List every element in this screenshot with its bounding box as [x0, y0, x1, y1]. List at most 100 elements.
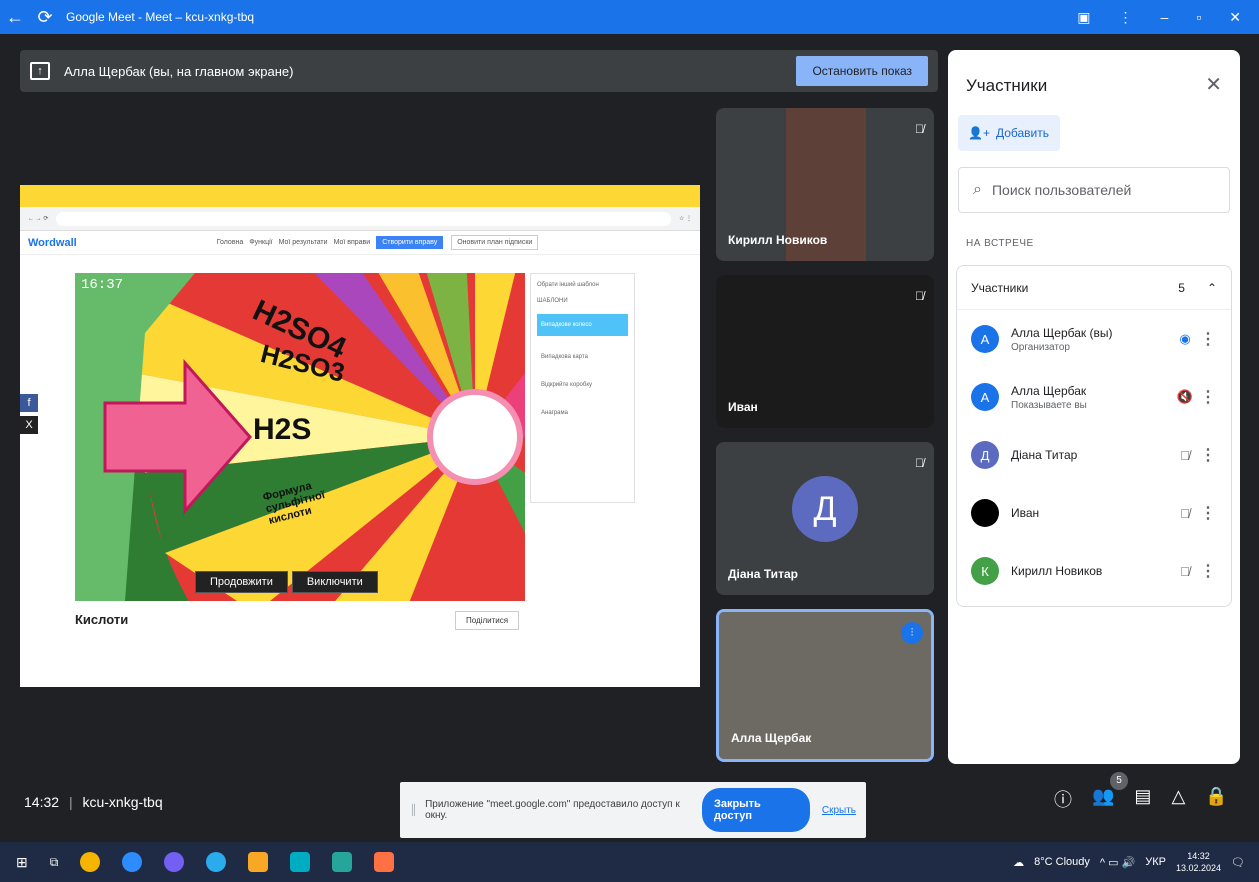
tray-icons[interactable]: ^ ▭ 🔊	[1100, 856, 1135, 869]
avatar: Д	[792, 476, 858, 542]
zoom-icon[interactable]	[122, 852, 143, 872]
stop-sharing-button[interactable]: Закрыть доступ	[701, 788, 810, 832]
more-options-icon[interactable]: ⋮	[1199, 561, 1217, 581]
add-person-icon: 👤+	[968, 126, 990, 140]
ww-upgrade-button: Оновити план підписки	[451, 235, 539, 250]
meeting-toolbar: ⓘ 👥 ▤ △ 🔒	[1054, 786, 1228, 812]
facebook-icon: f	[20, 394, 38, 412]
menu-icon[interactable]: ⋮	[1119, 9, 1133, 26]
participant-name: Кирилл Новиков	[1011, 564, 1103, 578]
present-icon: ↑	[30, 62, 50, 80]
spin-wheel: 16:37 H2SO4 H2SO3 H2S Формула сульфітної…	[75, 273, 525, 601]
participant-name: Алла Щербак (вы)	[1011, 325, 1113, 340]
back-icon[interactable]: ←	[0, 7, 30, 28]
search-icon: ⌕	[973, 181, 982, 198]
video-tile[interactable]: ⫶ Алла Щербак	[716, 609, 934, 762]
participant-name: Алла Щербак	[1011, 383, 1087, 398]
speaking-icon: ⫶	[901, 622, 923, 644]
audio-off-icon[interactable]: 🔇	[1171, 389, 1199, 405]
mic-off-icon[interactable]: 🎙̸	[1171, 448, 1199, 463]
avatar: Д	[971, 441, 999, 469]
participant-row[interactable]: А Алла Щербак Показываете вы 🔇 ⋮	[957, 368, 1231, 426]
language-indicator[interactable]: УКР	[1145, 856, 1166, 868]
notifications-icon[interactable]: 🗨	[1231, 856, 1245, 869]
start-icon[interactable]: ⊞	[16, 854, 28, 871]
avatar: К	[971, 557, 999, 585]
group-label: Участники	[971, 280, 1029, 295]
participants-panel: Участники ✕ 👤+ Добавить ⌕ Поиск пользова…	[948, 50, 1240, 764]
search-input[interactable]: ⌕ Поиск пользователей	[958, 167, 1230, 213]
participant-role: Показываете вы	[1011, 399, 1087, 411]
wheel-controls: Продовжити Виключити	[195, 571, 378, 593]
more-options-icon[interactable]: ⋮	[1199, 445, 1217, 465]
chrome-app-icon[interactable]	[374, 852, 395, 872]
add-people-button[interactable]: 👤+ Добавить	[958, 115, 1060, 151]
address-field	[56, 211, 671, 226]
templates-subtitle: ШАБЛОНИ	[537, 298, 568, 304]
people-icon[interactable]: 👥	[1092, 786, 1114, 812]
participant-row[interactable]: А Алла Щербак (вы) Организатор ◉ ⋮	[957, 310, 1231, 368]
mic-off-icon[interactable]: 🎙̸	[1171, 564, 1199, 579]
drag-handle-icon[interactable]: ║	[410, 805, 417, 816]
chrome-icon[interactable]	[80, 852, 101, 872]
ww-nav-home: Головна	[216, 239, 244, 246]
hide-link[interactable]: Скрыть	[822, 805, 856, 816]
ww-create-button: Створити вправу	[376, 236, 444, 249]
info-icon[interactable]: ⓘ	[1054, 786, 1072, 812]
chevron-up-icon[interactable]: ⌃	[1207, 281, 1217, 295]
weather-text[interactable]: 8°C Cloudy	[1034, 856, 1090, 868]
weather-icon: ☁	[1013, 856, 1025, 869]
participant-name: Иван	[1011, 506, 1040, 520]
video-tile[interactable]: 🎙̸ Иван	[716, 275, 934, 428]
more-options-icon[interactable]: ⋮	[1199, 503, 1217, 523]
maximize-icon[interactable]: ▫	[1196, 9, 1201, 26]
template-item: Випадкова карта	[541, 354, 588, 360]
tile-name: Алла Щербак	[731, 731, 812, 745]
clock[interactable]: 14:32 13.02.2024	[1176, 850, 1221, 874]
app-icon[interactable]	[290, 852, 311, 872]
browser-tools-icon: ☆ ⋮	[678, 216, 692, 222]
viber-icon[interactable]	[164, 852, 185, 872]
window-title: Google Meet - Meet – kcu-xnkg-tbq	[66, 10, 255, 24]
tile-name: Діана Титар	[728, 567, 798, 581]
segment-label: H2S	[253, 413, 312, 446]
participant-row[interactable]: Д Діана Титар 🎙̸ ⋮	[957, 426, 1231, 484]
more-options-icon[interactable]: ⋮	[1199, 387, 1217, 407]
more-options-icon[interactable]: ⋮	[1199, 329, 1217, 349]
windows-taskbar: ⊞ ⧉ ☁ 8°C Cloudy ^ ▭ 🔊 УКР 14:32 13.02.2…	[0, 842, 1259, 882]
task-view-icon[interactable]: ⧉	[50, 855, 59, 870]
participant-row[interactable]: Иван 🎙̸ ⋮	[957, 484, 1231, 542]
file-explorer-icon[interactable]	[248, 852, 269, 872]
activities-icon[interactable]: △	[1171, 786, 1185, 812]
participant-count: 5	[1178, 280, 1185, 295]
template-item: Випадкове колесо	[537, 314, 628, 336]
participants-group-header[interactable]: Участники 5 ⌃	[957, 266, 1231, 310]
close-icon[interactable]: ✕	[1229, 9, 1241, 26]
participant-row[interactable]: К Кирилл Новиков 🎙̸ ⋮	[957, 542, 1231, 600]
mic-off-icon[interactable]: 🎙̸	[1171, 506, 1199, 521]
participant-role: Организатор	[1011, 341, 1070, 353]
video-tile[interactable]: Д 🎙̸ Діана Титар	[716, 442, 934, 595]
browser-tab-strip	[20, 185, 700, 207]
system-tray: ☁ 8°C Cloudy ^ ▭ 🔊 УКР 14:32 13.02.2024 …	[1013, 850, 1259, 874]
app-icon[interactable]	[332, 852, 353, 872]
section-label: НА ВСТРЕЧЕ	[966, 238, 1034, 249]
chat-icon[interactable]: ▤	[1134, 786, 1151, 812]
cast-icon[interactable]: ▣	[1077, 9, 1090, 26]
mic-off-icon: 🎙̸	[915, 122, 924, 136]
host-controls-icon[interactable]: 🔒	[1205, 786, 1227, 812]
video-tile[interactable]: 🎙̸ Кирилл Новиков	[716, 108, 934, 261]
minimize-icon[interactable]: –	[1161, 9, 1169, 26]
stop-presenting-button[interactable]: Остановить показ	[796, 56, 928, 86]
presenting-text: Алла Щербак (вы, на главном экране)	[64, 63, 294, 79]
templates-title: Обрати інший шаблон	[537, 282, 599, 288]
telegram-icon[interactable]	[206, 852, 227, 872]
mic-off-icon: 🎙̸	[915, 289, 924, 303]
close-panel-icon[interactable]: ✕	[1205, 72, 1222, 97]
search-placeholder: Поиск пользователей	[991, 182, 1132, 198]
panel-title: Участники	[966, 76, 1048, 95]
ww-nav-activities: Мої вправи	[333, 239, 371, 246]
sharing-notification: ║ Приложение "meet.google.com" предостав…	[400, 782, 866, 838]
reload-icon[interactable]: ⟳	[30, 7, 60, 28]
template-item: Відкрийте коробку	[541, 382, 593, 388]
